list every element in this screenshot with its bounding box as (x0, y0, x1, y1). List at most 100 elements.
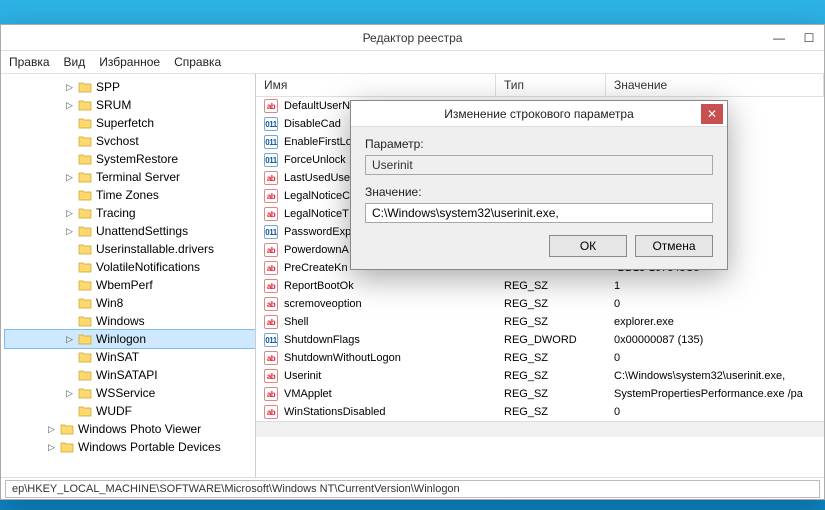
string-icon: ab (264, 189, 278, 203)
string-icon: ab (264, 207, 278, 221)
tree-item[interactable]: WUDF (5, 402, 255, 420)
folder-icon (78, 207, 92, 219)
column-type[interactable]: Тип (496, 74, 606, 96)
tree-item-label: SPP (96, 80, 120, 94)
expand-icon[interactable]: ▷ (65, 83, 74, 92)
column-value[interactable]: Значение (606, 74, 824, 96)
tree-item[interactable]: ▷Winlogon (5, 330, 255, 348)
value-row[interactable]: abWinStationsDisabledREG_SZ0 (256, 403, 824, 421)
tree-item[interactable]: VolatileNotifications (5, 258, 255, 276)
value-name: scremoveoption (284, 298, 362, 310)
tree-item[interactable]: Superfetch (5, 114, 255, 132)
value-data: 0 (606, 298, 824, 310)
tree-item[interactable]: ▷ SRUM (5, 96, 255, 114)
tree-item-label: Terminal Server (96, 170, 180, 184)
tree-item[interactable]: SystemRestore (5, 150, 255, 168)
expand-icon (65, 353, 74, 362)
tree-item[interactable]: Windows (5, 312, 255, 330)
value-type: REG_SZ (496, 298, 606, 310)
value-data: 1 (606, 280, 824, 292)
expand-icon[interactable]: ▷ (65, 209, 74, 218)
value-row[interactable]: abReportBootOkREG_SZ1 (256, 277, 824, 295)
value-type: REG_SZ (496, 316, 606, 328)
value-name: ShutdownWithoutLogon (284, 352, 401, 364)
expand-icon[interactable]: ▷ (65, 335, 74, 344)
expand-icon (65, 191, 74, 200)
folder-icon (78, 117, 92, 129)
value-data: 0 (606, 352, 824, 364)
value-type: REG_SZ (496, 388, 606, 400)
folder-icon (78, 279, 92, 291)
value-field[interactable] (365, 203, 713, 223)
cancel-button[interactable]: Отмена (635, 235, 713, 257)
menubar: Правка Вид Избранное Справка (1, 51, 824, 74)
value-label: Значение: (365, 185, 713, 199)
value-name: ShutdownFlags (284, 334, 360, 346)
list-header: Имя Тип Значение (256, 74, 824, 97)
tree-item[interactable]: ▷Windows Portable Devices (5, 438, 255, 456)
expand-icon (65, 371, 74, 380)
tree-item-label: WUDF (96, 404, 132, 418)
maximize-button[interactable]: ☐ (794, 25, 824, 50)
column-name[interactable]: Имя (256, 74, 496, 96)
menu-edit[interactable]: Правка (9, 55, 50, 69)
tree-item[interactable]: WbemPerf (5, 276, 255, 294)
tree-item[interactable]: ▷ WSService (5, 384, 255, 402)
minimize-button[interactable]: — (764, 25, 794, 50)
tree-item[interactable]: ▷ SPP (5, 78, 255, 96)
value-data: SystemPropertiesPerformance.exe /pa (606, 388, 824, 400)
value-row[interactable]: abVMAppletREG_SZSystemPropertiesPerforma… (256, 385, 824, 403)
horizontal-scrollbar[interactable] (256, 421, 824, 437)
dword-icon: 011 (264, 225, 278, 239)
value-row[interactable]: abUserinitREG_SZC:\Windows\system32\user… (256, 367, 824, 385)
string-icon: ab (264, 99, 278, 113)
value-row[interactable]: ab scremoveoption REG_SZ0 (256, 295, 824, 313)
expand-icon[interactable]: ▷ (47, 443, 56, 452)
tree-item[interactable]: ▷Windows Photo Viewer (5, 420, 255, 438)
folder-icon (60, 441, 74, 453)
string-icon: ab (264, 171, 278, 185)
status-path[interactable]: ep\HKEY_LOCAL_MACHINE\SOFTWARE\Microsoft… (5, 480, 820, 498)
string-icon: ab (264, 315, 278, 329)
close-icon[interactable]: ✕ (701, 104, 723, 124)
ok-button[interactable]: ОК (549, 235, 627, 257)
titlebar[interactable]: Редактор реестра — ☐ (1, 25, 824, 51)
tree-item[interactable]: WinSAT (5, 348, 255, 366)
tree-item[interactable]: ▷Tracing (5, 204, 255, 222)
expand-icon[interactable]: ▷ (65, 173, 74, 182)
tree-item[interactable]: Win8 (5, 294, 255, 312)
tree-item[interactable]: Userinstallable.drivers (5, 240, 255, 258)
tree-item-label: SystemRestore (96, 152, 178, 166)
registry-tree[interactable]: ▷ SPP ▷ SRUM SuperfetchSvchost SystemRestore ▷… (1, 74, 256, 477)
tree-item[interactable]: Time Zones (5, 186, 255, 204)
dialog-titlebar[interactable]: Изменение строкового параметра ✕ (351, 101, 727, 127)
folder-icon (78, 261, 92, 273)
expand-icon[interactable]: ▷ (65, 101, 74, 110)
tree-item-label: SRUM (96, 98, 131, 112)
folder-icon (78, 153, 92, 165)
menu-view[interactable]: Вид (64, 55, 86, 69)
menu-help[interactable]: Справка (174, 55, 221, 69)
expand-icon[interactable]: ▷ (47, 425, 56, 434)
value-name: PasswordExp (284, 226, 351, 238)
tree-item-label: WSService (96, 386, 155, 400)
param-label: Параметр: (365, 137, 713, 151)
edit-string-dialog: Изменение строкового параметра ✕ Парамет… (350, 100, 728, 270)
string-icon: ab (264, 387, 278, 401)
value-row[interactable]: abShutdownWithoutLogonREG_SZ0 (256, 349, 824, 367)
expand-icon[interactable]: ▷ (65, 389, 74, 398)
folder-icon (78, 243, 92, 255)
menu-favorites[interactable]: Избранное (99, 55, 160, 69)
expand-icon[interactable]: ▷ (65, 227, 74, 236)
value-type: REG_SZ (496, 406, 606, 418)
tree-item[interactable]: ▷UnattendSettings (5, 222, 255, 240)
tree-item[interactable]: WinSATAPI (5, 366, 255, 384)
string-icon: ab (264, 297, 278, 311)
tree-item[interactable]: Svchost (5, 132, 255, 150)
param-field (365, 155, 713, 175)
value-row[interactable]: abShellREG_SZexplorer.exe (256, 313, 824, 331)
string-icon: ab (264, 369, 278, 383)
value-row[interactable]: 011ShutdownFlagsREG_DWORD0x00000087 (135… (256, 331, 824, 349)
tree-item-label: Win8 (96, 296, 123, 310)
tree-item[interactable]: ▷ Terminal Server (5, 168, 255, 186)
